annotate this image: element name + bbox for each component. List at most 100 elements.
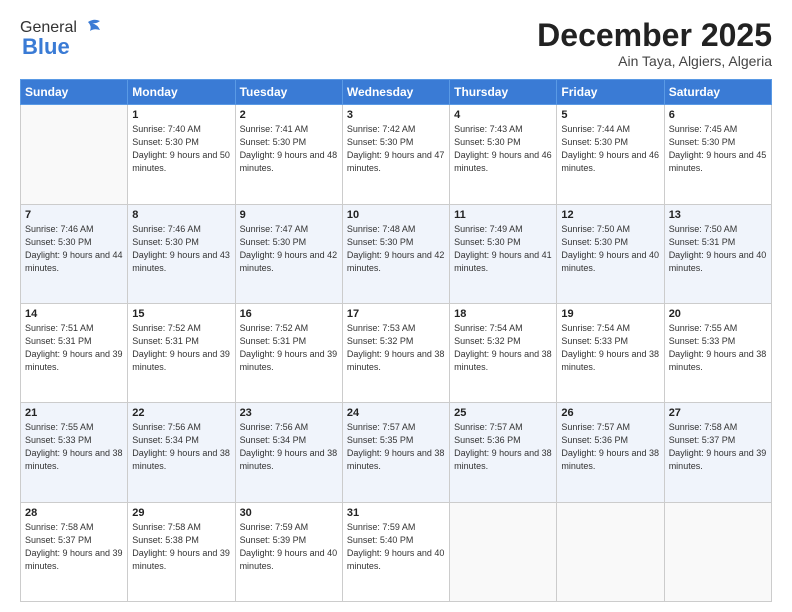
table-row: 24 Sunrise: 7:57 AMSunset: 5:35 PMDayligh…	[342, 403, 449, 502]
table-row: 31 Sunrise: 7:59 AMSunset: 5:40 PMDayligh…	[342, 502, 449, 601]
day-info: Sunrise: 7:57 AMSunset: 5:35 PMDaylight:…	[347, 421, 445, 473]
day-number: 13	[669, 209, 767, 221]
day-number: 17	[347, 308, 445, 320]
day-info: Sunrise: 7:59 AMSunset: 5:39 PMDaylight:…	[240, 521, 338, 573]
day-number: 20	[669, 308, 767, 320]
table-row	[664, 502, 771, 601]
col-saturday: Saturday	[664, 80, 771, 105]
location-subtitle: Ain Taya, Algiers, Algeria	[537, 53, 772, 69]
calendar-week-row: 14 Sunrise: 7:51 AMSunset: 5:31 PMDayligh…	[21, 303, 772, 402]
day-info: Sunrise: 7:40 AMSunset: 5:30 PMDaylight:…	[132, 123, 230, 175]
day-info: Sunrise: 7:43 AMSunset: 5:30 PMDaylight:…	[454, 123, 552, 175]
calendar-week-row: 1 Sunrise: 7:40 AMSunset: 5:30 PMDaylight…	[21, 105, 772, 204]
day-number: 30	[240, 507, 338, 519]
table-row	[557, 502, 664, 601]
day-number: 16	[240, 308, 338, 320]
day-number: 26	[561, 407, 659, 419]
day-number: 9	[240, 209, 338, 221]
day-number: 2	[240, 109, 338, 121]
day-info: Sunrise: 7:51 AMSunset: 5:31 PMDaylight:…	[25, 322, 123, 374]
col-friday: Friday	[557, 80, 664, 105]
day-info: Sunrise: 7:53 AMSunset: 5:32 PMDaylight:…	[347, 322, 445, 374]
day-number: 8	[132, 209, 230, 221]
day-info: Sunrise: 7:55 AMSunset: 5:33 PMDaylight:…	[25, 421, 123, 473]
day-info: Sunrise: 7:44 AMSunset: 5:30 PMDaylight:…	[561, 123, 659, 175]
title-block: December 2025 Ain Taya, Algiers, Algeria	[537, 18, 772, 69]
day-number: 7	[25, 209, 123, 221]
table-row: 23 Sunrise: 7:56 AMSunset: 5:34 PMDayligh…	[235, 403, 342, 502]
day-number: 21	[25, 407, 123, 419]
table-row: 11 Sunrise: 7:49 AMSunset: 5:30 PMDayligh…	[450, 204, 557, 303]
day-number: 11	[454, 209, 552, 221]
table-row: 14 Sunrise: 7:51 AMSunset: 5:31 PMDayligh…	[21, 303, 128, 402]
day-info: Sunrise: 7:56 AMSunset: 5:34 PMDaylight:…	[132, 421, 230, 473]
table-row: 29 Sunrise: 7:58 AMSunset: 5:38 PMDayligh…	[128, 502, 235, 601]
day-number: 4	[454, 109, 552, 121]
day-info: Sunrise: 7:58 AMSunset: 5:37 PMDaylight:…	[25, 521, 123, 573]
day-info: Sunrise: 7:54 AMSunset: 5:33 PMDaylight:…	[561, 322, 659, 374]
table-row: 2Sunrise: 7:41 AMSunset: 5:30 PMDaylight…	[235, 105, 342, 204]
day-number: 18	[454, 308, 552, 320]
logo-bird-icon	[80, 18, 102, 38]
day-number: 3	[347, 109, 445, 121]
day-number: 14	[25, 308, 123, 320]
day-number: 10	[347, 209, 445, 221]
table-row: 17 Sunrise: 7:53 AMSunset: 5:32 PMDayligh…	[342, 303, 449, 402]
col-monday: Monday	[128, 80, 235, 105]
table-row: 27Sunrise: 7:58 AMSunset: 5:37 PMDayligh…	[664, 403, 771, 502]
day-info: Sunrise: 7:57 AMSunset: 5:36 PMDaylight:…	[454, 421, 552, 473]
day-info: Sunrise: 7:58 AMSunset: 5:37 PMDaylight:…	[669, 421, 767, 473]
month-title: December 2025	[537, 18, 772, 53]
table-row: 21 Sunrise: 7:55 AMSunset: 5:33 PMDayligh…	[21, 403, 128, 502]
day-number: 28	[25, 507, 123, 519]
table-row: 25 Sunrise: 7:57 AMSunset: 5:36 PMDayligh…	[450, 403, 557, 502]
day-number: 1	[132, 109, 230, 121]
day-number: 5	[561, 109, 659, 121]
day-info: Sunrise: 7:46 AMSunset: 5:30 PMDaylight:…	[132, 223, 230, 275]
day-number: 25	[454, 407, 552, 419]
day-info: Sunrise: 7:49 AMSunset: 5:30 PMDaylight:…	[454, 223, 552, 275]
header: General Blue December 2025 Ain Taya, Alg…	[20, 18, 772, 69]
logo-blue-text: Blue	[22, 34, 70, 60]
day-info: Sunrise: 7:46 AMSunset: 5:30 PMDaylight:…	[25, 223, 123, 275]
calendar-table: Sunday Monday Tuesday Wednesday Thursday…	[20, 79, 772, 602]
table-row: 4 Sunrise: 7:43 AMSunset: 5:30 PMDaylight…	[450, 105, 557, 204]
table-row: 7 Sunrise: 7:46 AMSunset: 5:30 PMDaylight…	[21, 204, 128, 303]
day-number: 12	[561, 209, 659, 221]
col-sunday: Sunday	[21, 80, 128, 105]
calendar-week-row: 28 Sunrise: 7:58 AMSunset: 5:37 PMDayligh…	[21, 502, 772, 601]
table-row	[21, 105, 128, 204]
table-row: 26Sunrise: 7:57 AMSunset: 5:36 PMDayligh…	[557, 403, 664, 502]
table-row: 12Sunrise: 7:50 AMSunset: 5:30 PMDayligh…	[557, 204, 664, 303]
table-row: 3 Sunrise: 7:42 AMSunset: 5:30 PMDaylight…	[342, 105, 449, 204]
table-row: 28 Sunrise: 7:58 AMSunset: 5:37 PMDayligh…	[21, 502, 128, 601]
day-number: 6	[669, 109, 767, 121]
table-row: 6Sunrise: 7:45 AMSunset: 5:30 PMDaylight…	[664, 105, 771, 204]
table-row	[450, 502, 557, 601]
col-thursday: Thursday	[450, 80, 557, 105]
day-info: Sunrise: 7:47 AMSunset: 5:30 PMDaylight:…	[240, 223, 338, 275]
table-row: 10Sunrise: 7:48 AMSunset: 5:30 PMDayligh…	[342, 204, 449, 303]
day-info: Sunrise: 7:59 AMSunset: 5:40 PMDaylight:…	[347, 521, 445, 573]
table-row: 9 Sunrise: 7:47 AMSunset: 5:30 PMDaylight…	[235, 204, 342, 303]
day-number: 29	[132, 507, 230, 519]
col-wednesday: Wednesday	[342, 80, 449, 105]
day-number: 31	[347, 507, 445, 519]
day-info: Sunrise: 7:58 AMSunset: 5:38 PMDaylight:…	[132, 521, 230, 573]
table-row: 13 Sunrise: 7:50 AMSunset: 5:31 PMDayligh…	[664, 204, 771, 303]
day-number: 22	[132, 407, 230, 419]
day-number: 23	[240, 407, 338, 419]
table-row: 19Sunrise: 7:54 AMSunset: 5:33 PMDayligh…	[557, 303, 664, 402]
day-info: Sunrise: 7:52 AMSunset: 5:31 PMDaylight:…	[132, 322, 230, 374]
table-row: 20Sunrise: 7:55 AMSunset: 5:33 PMDayligh…	[664, 303, 771, 402]
day-number: 15	[132, 308, 230, 320]
day-info: Sunrise: 7:42 AMSunset: 5:30 PMDaylight:…	[347, 123, 445, 175]
day-info: Sunrise: 7:56 AMSunset: 5:34 PMDaylight:…	[240, 421, 338, 473]
day-info: Sunrise: 7:50 AMSunset: 5:31 PMDaylight:…	[669, 223, 767, 275]
table-row: 8 Sunrise: 7:46 AMSunset: 5:30 PMDaylight…	[128, 204, 235, 303]
calendar-week-row: 21 Sunrise: 7:55 AMSunset: 5:33 PMDayligh…	[21, 403, 772, 502]
day-number: 24	[347, 407, 445, 419]
day-info: Sunrise: 7:54 AMSunset: 5:32 PMDaylight:…	[454, 322, 552, 374]
table-row: 18 Sunrise: 7:54 AMSunset: 5:32 PMDayligh…	[450, 303, 557, 402]
table-row: 16Sunrise: 7:52 AMSunset: 5:31 PMDayligh…	[235, 303, 342, 402]
